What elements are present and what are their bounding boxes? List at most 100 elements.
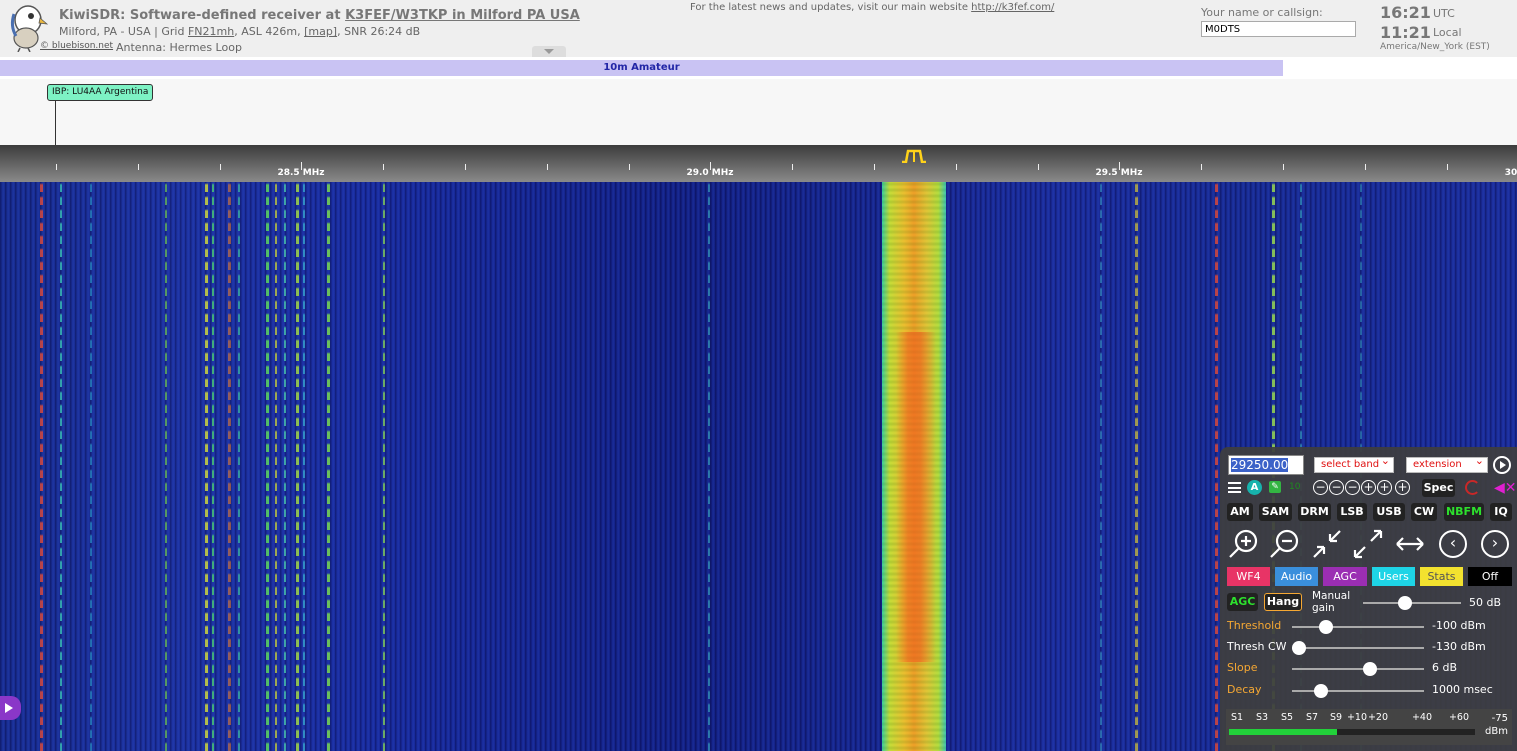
chevron-right-icon[interactable]: ›	[1481, 530, 1509, 558]
decay-row: Decay 1000 msec	[1226, 681, 1514, 701]
waterfall-signal-trace	[327, 182, 330, 751]
tab-wf4[interactable]: WF4	[1227, 567, 1270, 586]
band-label: 10m Amateur	[603, 62, 680, 73]
waterfall-signal-trace	[284, 182, 286, 751]
news-link[interactable]: http://k3fef.com/	[971, 2, 1054, 13]
manual-gain-slider-knob[interactable]	[1398, 596, 1413, 610]
waterfall-signal-trace	[296, 182, 299, 751]
credit-link[interactable]: © bluebison.net	[40, 41, 113, 51]
spec-button[interactable]: Spec	[1422, 479, 1455, 497]
collapse-header-button[interactable]	[532, 46, 566, 57]
smeter-label: +40	[1411, 712, 1433, 723]
step-up-small-button[interactable]: +	[1361, 480, 1376, 495]
mode-am-button[interactable]: AM	[1227, 503, 1253, 521]
scale-tick	[301, 162, 302, 170]
scale-tick	[710, 162, 711, 170]
frequency-scale[interactable]: 28.5 MHz 29.0 MHz 29.5 MHz 30	[0, 145, 1517, 182]
mode-nbfm-button[interactable]: NBFM	[1444, 503, 1484, 521]
scale-tick	[1119, 162, 1120, 170]
edit-icon[interactable]: ✎	[1269, 481, 1281, 493]
mode-iq-button[interactable]: IQ	[1490, 503, 1512, 521]
scale-tick	[792, 164, 793, 170]
waterfall-signal-trace	[238, 182, 240, 751]
map-link[interactable]: [map]	[304, 25, 337, 38]
tab-agc[interactable]: AGC	[1323, 567, 1367, 586]
local-time: 11:21	[1380, 23, 1431, 42]
step-up-large-button[interactable]: +	[1395, 480, 1410, 495]
menu-icon[interactable]	[1228, 482, 1241, 493]
smeter-label: S1	[1230, 712, 1244, 723]
page-title: KiwiSDR: Software-defined receiver at K3…	[59, 8, 580, 23]
dx-marker-line	[55, 99, 56, 145]
manual-gain-value: 50 dB	[1469, 596, 1502, 609]
mode-drm-button[interactable]: DRM	[1298, 503, 1331, 521]
mode-usb-button[interactable]: USB	[1373, 503, 1405, 521]
waterfall-signal-trace	[60, 182, 62, 751]
smeter-label: S3	[1255, 712, 1269, 723]
step-down-large-button[interactable]: −	[1313, 480, 1328, 495]
zoom-out-icon[interactable]	[1268, 527, 1302, 561]
hang-toggle-button[interactable]: Hang	[1264, 593, 1302, 611]
chevron-left-icon[interactable]: ‹	[1439, 530, 1467, 558]
callsign-input[interactable]	[1201, 21, 1356, 37]
threshold-row: Threshold -100 dBm	[1226, 617, 1514, 637]
extension-dropdown[interactable]: extension	[1406, 454, 1488, 473]
slope-slider-track[interactable]	[1292, 668, 1424, 670]
waterfall-signal-trace	[165, 182, 167, 751]
step-row: A ✎ 10 − − − + + + Spec ◀✕	[1220, 478, 1517, 498]
step-down-small-button[interactable]: −	[1345, 480, 1360, 495]
mute-icon[interactable]: ◀✕	[1494, 480, 1517, 496]
news-text: For the latest news and updates, visit o…	[690, 2, 972, 13]
decay-slider-track[interactable]	[1292, 690, 1424, 692]
select-band-dropdown[interactable]: select band	[1314, 454, 1394, 473]
band-bar[interactable]: 10m Amateur	[0, 60, 1283, 76]
threshold-slider-knob[interactable]	[1319, 620, 1334, 634]
mode-sam-button[interactable]: SAM	[1259, 503, 1292, 521]
zoom-in-icon[interactable]	[1227, 527, 1261, 561]
step-value: 10	[1289, 482, 1301, 492]
utc-label: UTC	[1433, 7, 1455, 20]
frequency-input[interactable]: 29250.00	[1228, 455, 1304, 475]
smeter-label: S9	[1329, 712, 1343, 723]
scale-tick	[138, 164, 139, 170]
tab-audio[interactable]: Audio	[1275, 567, 1318, 586]
threshold-slider-track[interactable]	[1292, 626, 1424, 628]
scale-tick	[547, 164, 548, 170]
agc-toggle-button[interactable]: AGC	[1227, 593, 1258, 611]
station-link[interactable]: K3FEF/W3TKP in Milford PA USA	[345, 8, 580, 23]
thresh-cw-slider-knob[interactable]	[1291, 641, 1306, 655]
decay-slider-knob[interactable]	[1314, 684, 1329, 698]
tab-users[interactable]: Users	[1372, 567, 1415, 586]
callsign-label: Your name or callsign:	[1201, 6, 1323, 19]
scale-tick	[956, 164, 957, 170]
dx-label[interactable]: IBP: LU4AA Argentina	[47, 84, 154, 101]
waterfall-signal-trace	[275, 182, 277, 751]
thresh-cw-slider-track[interactable]	[1292, 647, 1424, 649]
asl-text: , ASL 426m,	[234, 25, 305, 38]
tab-off[interactable]: Off	[1468, 567, 1512, 586]
step-up-medium-button[interactable]: +	[1377, 480, 1392, 495]
play-icon[interactable]	[1493, 456, 1511, 474]
grid-link[interactable]: FN21mh	[188, 25, 234, 38]
waterfall-signal-trace	[383, 182, 385, 751]
step-down-medium-button[interactable]: −	[1329, 480, 1344, 495]
auto-step-icon[interactable]: A	[1247, 480, 1262, 495]
passband-marker-icon[interactable]	[901, 149, 927, 163]
swap-icon[interactable]	[1393, 527, 1427, 561]
scale-tick	[1283, 164, 1284, 170]
slope-slider-knob[interactable]	[1362, 662, 1377, 676]
waterfall-signal-trace	[1135, 182, 1138, 751]
agc-row: AGC Hang Manual gain 50 dB	[1226, 590, 1514, 615]
smeter-value: -75	[1491, 713, 1508, 724]
mode-cw-button[interactable]: CW	[1411, 503, 1437, 521]
smeter-label: +60	[1448, 712, 1470, 723]
scale-tick	[1201, 164, 1202, 170]
refresh-icon[interactable]	[1465, 480, 1480, 495]
side-play-icon[interactable]	[0, 696, 21, 720]
manual-gain-label: Manual gain	[1312, 590, 1351, 614]
mode-lsb-button[interactable]: LSB	[1337, 503, 1367, 521]
tab-stats[interactable]: Stats	[1420, 567, 1463, 586]
zoom-max-icon[interactable]	[1351, 527, 1385, 561]
waterfall-signal-core	[896, 332, 936, 662]
zoom-fit-icon[interactable]	[1310, 527, 1344, 561]
